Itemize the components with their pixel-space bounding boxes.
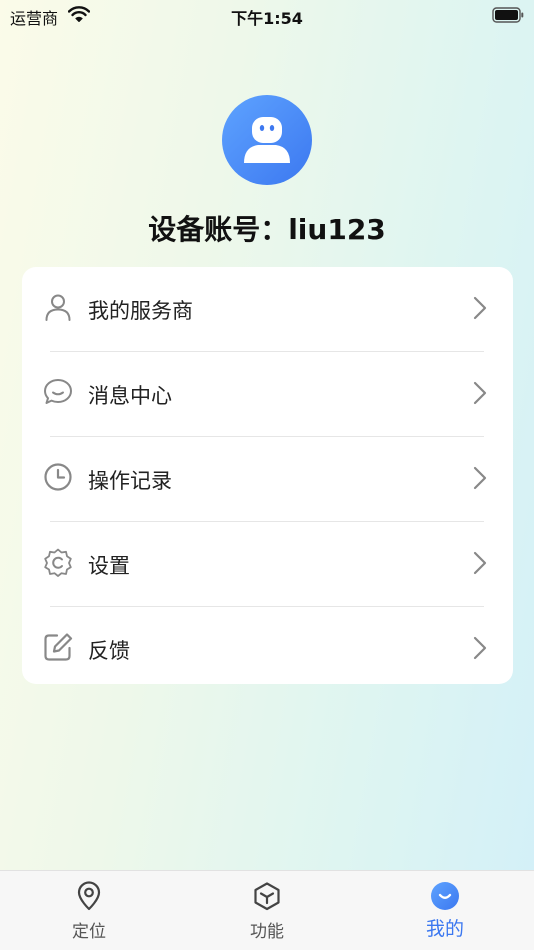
battery-icon: [492, 7, 524, 23]
tab-label: 定位: [72, 922, 106, 942]
menu-item-label: 反馈: [88, 639, 130, 663]
robot-avatar-icon: [244, 117, 290, 163]
chevron-right-icon: [473, 296, 487, 320]
menu-item-label: 消息中心: [88, 384, 172, 408]
edit-icon: [43, 632, 73, 662]
menu-card: 我的服务商 消息中心 操作记录 设置 反馈: [22, 267, 513, 684]
tab-functions[interactable]: 功能: [178, 871, 356, 950]
person-icon: [43, 292, 73, 322]
chat-bubble-icon: [43, 377, 73, 407]
tab-label: 功能: [250, 922, 284, 942]
gear-icon: [43, 547, 73, 577]
tab-mine[interactable]: 我的: [356, 871, 534, 950]
location-pin-icon: [74, 881, 104, 911]
menu-item-settings[interactable]: 设置: [22, 522, 513, 607]
menu-item-feedback[interactable]: 反馈: [22, 607, 513, 692]
menu-item-service-provider[interactable]: 我的服务商: [22, 267, 513, 352]
tab-location[interactable]: 定位: [0, 871, 178, 950]
tab-bar: 定位 功能 我的: [0, 870, 534, 950]
menu-item-label: 操作记录: [88, 469, 172, 493]
chevron-right-icon: [473, 381, 487, 405]
status-time: 下午1:54: [231, 9, 303, 28]
smile-icon: [430, 881, 460, 911]
menu-item-operation-log[interactable]: 操作记录: [22, 437, 513, 522]
tab-label: 我的: [425, 918, 464, 940]
cube-icon: [252, 881, 282, 911]
account-label: 设备账号：liu123: [148, 213, 386, 246]
clock-icon: [43, 462, 73, 492]
status-bar: 运营商 下午1:54: [0, 0, 534, 30]
chevron-right-icon: [473, 636, 487, 660]
avatar[interactable]: [222, 95, 312, 185]
menu-item-label: 我的服务商: [88, 299, 193, 323]
chevron-right-icon: [473, 466, 487, 490]
menu-item-message-center[interactable]: 消息中心: [22, 352, 513, 437]
menu-item-label: 设置: [88, 554, 130, 578]
chevron-right-icon: [473, 551, 487, 575]
